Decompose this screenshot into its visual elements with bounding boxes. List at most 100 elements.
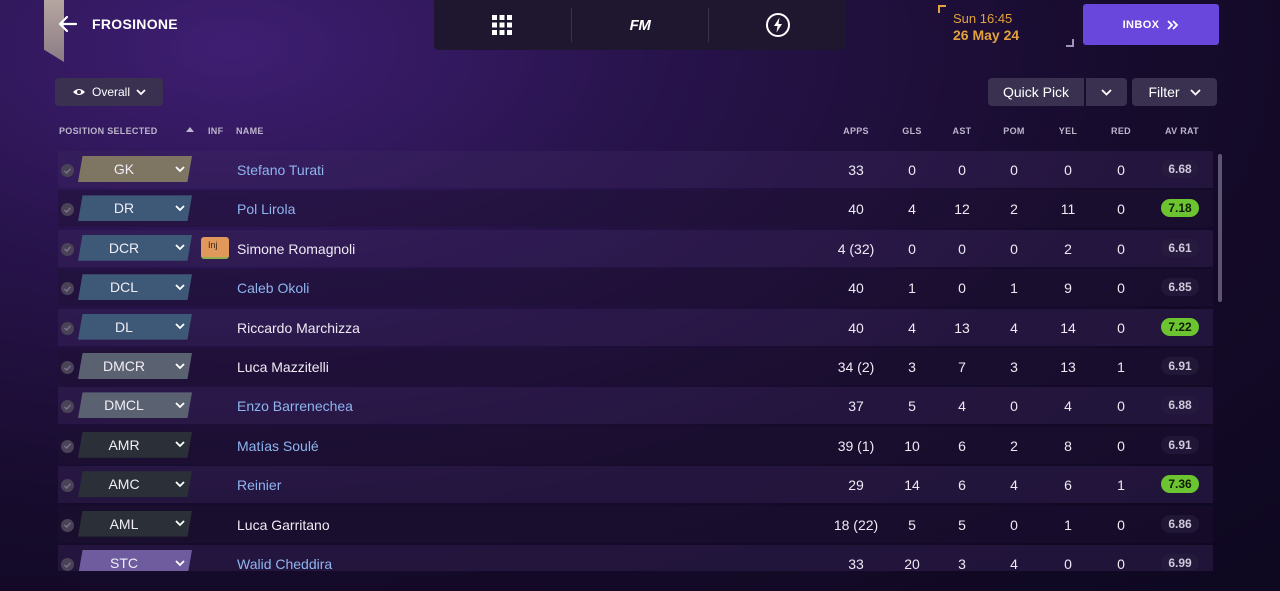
player-name[interactable]: Enzo Barrenechea [237,398,353,414]
cell-apps: 4 (32) [837,240,875,257]
column-ast[interactable]: AST [953,126,972,136]
table-row[interactable]: AML Luca Garritano 18 (22) 5 5 0 1 0 6.86 [58,505,1213,543]
club-name[interactable]: FROSINONE [92,16,178,32]
table-row[interactable]: GK Stefano Turati 33 0 0 0 0 0 6.68 [58,151,1213,188]
select-check-icon[interactable] [61,282,74,296]
cell-red: 1 [1117,359,1125,375]
position-label: GK [113,161,135,177]
player-name[interactable]: Luca Garritano [237,517,330,533]
fm-home-button[interactable]: FM [572,0,709,50]
position-dropdown[interactable]: AML [78,510,192,537]
position-dropdown[interactable]: DR [78,195,192,222]
position-dropdown[interactable]: DMCR [78,353,192,379]
player-name[interactable]: Pol Lirola [237,201,295,217]
select-check-icon[interactable] [61,518,74,532]
chevron-down-icon [175,441,185,448]
position-dropdown[interactable]: AMC [78,471,192,498]
position-dropdown[interactable]: DL [78,313,192,340]
view-dropdown[interactable]: Overall [55,78,163,106]
column-avrat[interactable]: AV RAT [1165,126,1199,136]
quick-pick-button[interactable]: Quick Pick [988,78,1084,106]
chevron-down-icon [175,165,185,172]
player-name[interactable]: Riccardo Marchizza [237,320,360,336]
table-row[interactable]: DL Riccardo Marchizza 40 4 13 4 14 0 7.22 [58,308,1213,346]
cell-ast: 3 [958,556,966,571]
lightning-button[interactable] [709,0,846,50]
position-label: DCL [109,279,138,296]
player-name[interactable]: Caleb Okoli [237,280,309,296]
average-rating: 6.91 [1161,435,1199,454]
player-name[interactable]: Stefano Turati [237,162,324,178]
sort-ascending-icon [186,127,194,132]
table-row[interactable]: DCR Inj Simone Romagnoli 4 (32) 0 0 0 2 0 6.61 [58,229,1213,267]
player-name[interactable]: Luca Mazzitelli [237,359,329,375]
average-rating: 6.85 [1161,278,1199,297]
checkmark-icon [64,246,71,253]
player-name[interactable]: Walid Cheddira [237,556,332,571]
chevron-down-icon [175,323,185,330]
position-dropdown[interactable]: GK [78,156,192,182]
player-name[interactable]: Matías Soulé [237,438,319,454]
cell-pom: 0 [1010,398,1018,415]
column-inf[interactable]: INF [208,126,223,136]
table-row[interactable]: AMC Reinier 29 14 6 4 6 1 7.36 [58,466,1213,504]
cell-ast: 12 [954,201,970,218]
select-check-icon[interactable] [61,479,74,493]
game-date[interactable]: Sun 16:45 26 May 24 [938,5,1074,47]
select-check-icon[interactable] [61,321,74,335]
position-label: DCR [108,239,140,256]
checkmark-icon [64,483,71,489]
column-gls[interactable]: GLS [902,126,921,136]
cell-red: 0 [1117,280,1125,297]
fm-logo: FM [629,16,651,34]
player-name[interactable]: Simone Romagnoli [237,241,355,257]
position-label: DR [113,200,135,217]
cell-apps: 39 (1) [837,437,875,454]
column-yel[interactable]: YEL [1059,126,1077,136]
chevron-down-icon [1101,88,1112,96]
average-rating: 6.86 [1161,514,1199,533]
scrollbar[interactable] [1218,154,1222,302]
select-check-icon[interactable] [61,361,74,374]
chevron-down-icon [175,205,185,212]
cell-gls: 4 [908,201,916,218]
column-position[interactable]: POSITION SELECTED [59,126,158,136]
table-row[interactable]: DMCL Enzo Barrenechea 37 5 4 0 4 0 6.88 [58,387,1213,425]
column-apps[interactable]: APPS [843,126,869,136]
table-row[interactable]: DCL Caleb Okoli 40 1 0 1 9 0 6.85 [58,269,1213,307]
cell-ast: 5 [958,516,966,533]
injury-badge[interactable]: Inj [201,236,229,259]
menu-grid-button[interactable] [434,0,571,50]
player-name[interactable]: Reinier [237,477,281,493]
select-check-icon[interactable] [61,439,74,453]
select-check-icon[interactable] [61,400,74,414]
filter-button[interactable]: Filter [1132,78,1217,106]
position-dropdown[interactable]: DMCL [78,392,192,419]
column-red[interactable]: RED [1111,126,1131,136]
select-check-icon[interactable] [61,558,74,571]
table-row[interactable]: AMR Matías Soulé 39 (1) 10 6 2 8 0 6.91 [58,426,1213,464]
position-dropdown[interactable]: DCL [78,274,192,301]
position-dropdown[interactable]: AMR [78,431,192,458]
inbox-button[interactable]: INBOX [1083,4,1219,45]
select-check-icon[interactable] [61,242,74,256]
average-rating: 6.91 [1161,357,1199,375]
select-check-icon[interactable] [61,164,74,177]
checkmark-icon [64,325,71,332]
table-row[interactable]: STC Walid Cheddira 33 20 3 4 0 0 6.99 [58,545,1213,571]
table-row[interactable]: DMCR Luca Mazzitelli 34 (2) 3 7 3 13 1 6.91 [58,348,1213,385]
select-check-icon[interactable] [61,203,74,217]
column-name[interactable]: NAME [236,126,264,136]
table-row[interactable]: DR Pol Lirola 40 4 12 2 11 0 7.18 [58,190,1213,228]
position-dropdown[interactable]: DCR [78,234,192,261]
back-button[interactable] [56,12,80,36]
position-dropdown[interactable]: STC [78,550,192,571]
cell-apps: 33 [848,162,864,178]
column-pom[interactable]: POM [1003,126,1024,136]
cell-pom: 0 [1010,162,1018,178]
lightning-icon [765,13,790,37]
cell-apps: 34 (2) [837,359,875,375]
quick-pick-dropdown[interactable] [1086,78,1127,106]
cell-yel: 8 [1064,437,1072,454]
chevron-down-icon [175,481,185,487]
